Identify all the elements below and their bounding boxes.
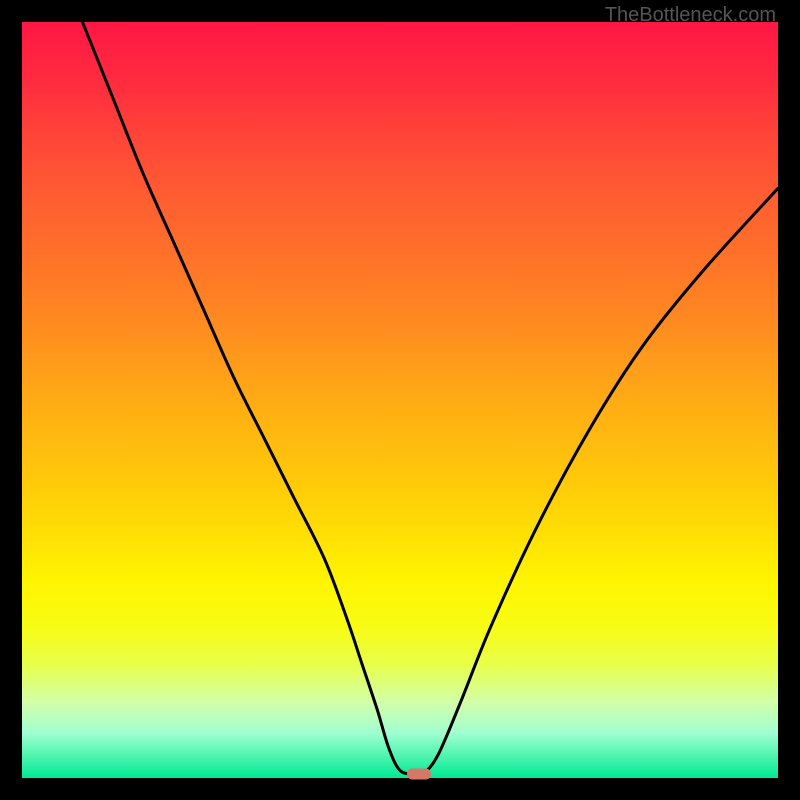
curve-svg <box>22 22 778 778</box>
chart-container: TheBottleneck.com <box>0 0 800 800</box>
bottleneck-curve <box>82 22 778 776</box>
minimum-marker <box>407 769 431 780</box>
plot-area <box>22 22 778 778</box>
watermark-text: TheBottleneck.com <box>605 4 776 27</box>
